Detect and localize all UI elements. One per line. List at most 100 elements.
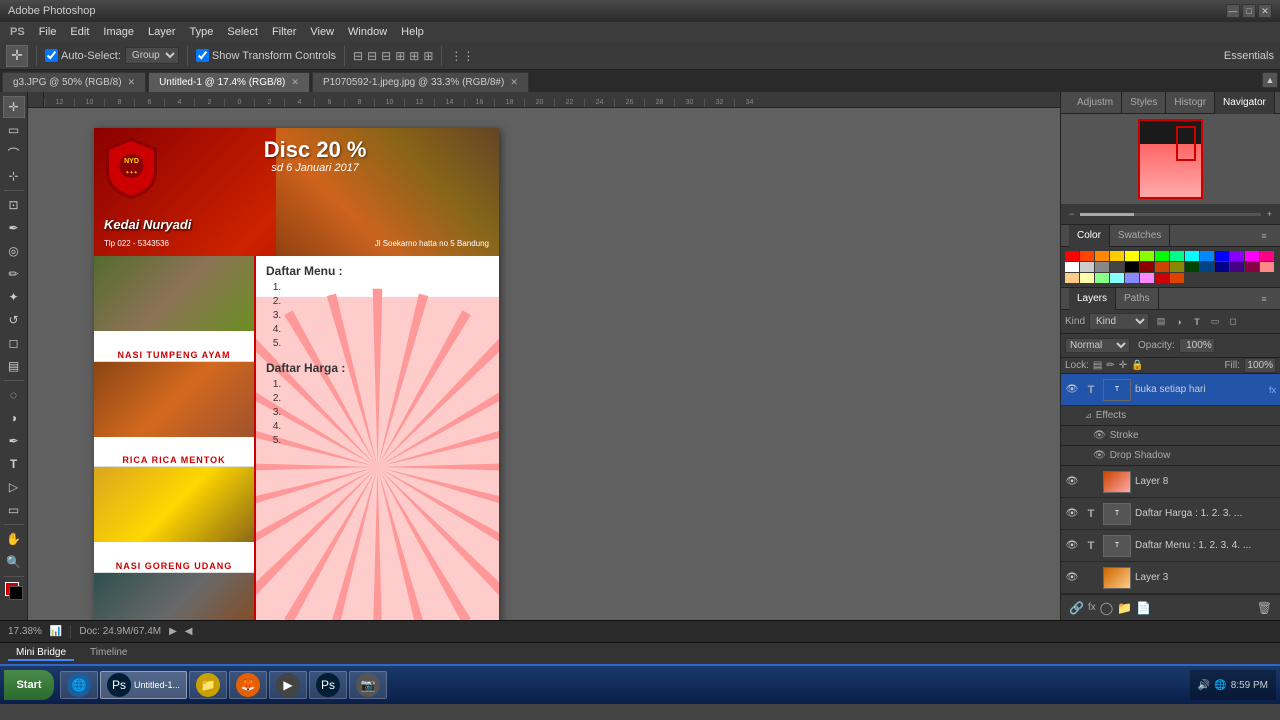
adjustments-tab[interactable]: Adjustm [1069,92,1122,114]
tab-g3jpg-close[interactable]: ✕ [128,77,136,88]
layer-8-visibility[interactable]: 👁 [1065,475,1079,489]
history-tool[interactable]: ↺ [3,309,25,331]
zoom-in-icon[interactable]: + [1267,209,1272,219]
group-dropdown[interactable]: GroupLayer [125,47,179,64]
taskbar-ps2-btn[interactable]: Ps [309,671,347,699]
zoom-out-icon[interactable]: − [1069,209,1074,219]
auto-select-input[interactable] [45,49,58,62]
layer-3-visibility[interactable]: 👁 [1065,571,1079,585]
menu-layer[interactable]: Layer [142,25,182,39]
clone-tool[interactable]: ✦ [3,286,25,308]
layers-tab[interactable]: Layers [1069,288,1116,310]
move-tool-btn[interactable]: ✛ [6,45,28,67]
blend-mode-select[interactable]: Normal [1065,338,1130,353]
pen-tool[interactable]: ✒ [3,430,25,452]
lock-paint-icon[interactable]: ✏ [1106,360,1114,371]
kind-select[interactable]: Kind [1089,313,1149,330]
path-tool[interactable]: ▷ [3,476,25,498]
add-style-icon[interactable]: fx [1088,602,1096,613]
align-left-icon[interactable]: ⊟ [353,49,363,63]
layer-buka-drop-shadow[interactable]: 👁 Drop Shadow [1061,446,1280,466]
swatch-8800ff[interactable] [1230,251,1244,261]
swatch-88ffff[interactable] [1110,273,1124,283]
swatch-ffffff[interactable] [1065,262,1079,272]
swatch-004400[interactable] [1185,262,1199,272]
shape-tool[interactable]: ▭ [3,499,25,521]
zoom-slider[interactable] [1080,213,1260,216]
swatch-ff0088[interactable] [1260,251,1274,261]
swatch-ff88ff[interactable] [1140,273,1154,283]
swatch-8B0000[interactable] [1140,262,1154,272]
swatch-ff00ff[interactable] [1245,251,1259,261]
swatch-000088[interactable] [1215,262,1229,272]
taskbar-app2-btn[interactable]: ▶ [269,671,307,699]
swatch-0000ff[interactable] [1215,251,1229,261]
distribute-icon[interactable]: ⋮⋮ [450,49,474,63]
blur-tool[interactable]: ◌ [3,384,25,406]
lock-transparent-icon[interactable]: ▤ [1093,360,1102,371]
delete-layer-icon[interactable]: 🗑 [1257,601,1272,615]
link-layers-icon[interactable]: 🔗 [1069,601,1084,615]
layer-buka[interactable]: 👁 T T buka setiap hari fx [1061,374,1280,406]
swatch-444444[interactable] [1110,262,1124,272]
zoom-tool[interactable]: 🔍 [3,551,25,573]
taskbar-ie-btn[interactable]: 🌐 [60,671,98,699]
swatch-ff8800[interactable] [1095,251,1109,261]
align-right-icon[interactable]: ⊟ [381,49,391,63]
swatch-00ff88[interactable] [1170,251,1184,261]
status-arrow-back[interactable]: ◀ [185,626,193,637]
paths-tab[interactable]: Paths [1116,288,1159,310]
adjustment-layer-icon[interactable]: ◑ [1171,314,1187,330]
dropshadow-visibility-icon[interactable]: 👁 [1093,450,1106,461]
smart-object-icon[interactable]: ◻ [1225,314,1241,330]
menu-ps[interactable]: PS [4,25,31,39]
align-middle-icon[interactable]: ⊞ [409,49,419,63]
close-btn[interactable]: ✕ [1258,4,1272,18]
swatch-0088ff[interactable] [1200,251,1214,261]
menu-help[interactable]: Help [395,25,430,39]
dodge-tool[interactable]: ◑ [3,407,25,429]
swatch-8888ff[interactable] [1125,273,1139,283]
timeline-tab[interactable]: Timeline [82,646,135,661]
swatch-440088[interactable] [1230,262,1244,272]
swatch-00ffff[interactable] [1185,251,1199,261]
swatch-880044[interactable] [1245,262,1259,272]
layer-8[interactable]: 👁 Layer 8 [1061,466,1280,498]
layers-panel-menu-icon[interactable]: ≡ [1256,291,1272,307]
histogram-tab[interactable]: Histogr [1166,92,1215,114]
menu-type[interactable]: Type [184,25,220,39]
menu-file[interactable]: File [33,25,63,39]
gradient-tool[interactable]: ▤ [3,355,25,377]
swatch-ff8888[interactable] [1260,262,1274,272]
layer-buka-stroke[interactable]: 👁 Stroke [1061,426,1280,446]
new-layer-icon[interactable]: 📄 [1136,601,1151,615]
move-tool[interactable]: ✛ [3,96,25,118]
add-mask-icon[interactable]: ◯ [1100,601,1113,615]
status-arrow-btn[interactable]: ▶ [169,626,177,637]
window-controls[interactable]: — □ ✕ [1226,4,1272,18]
crop-tool[interactable]: ⊡ [3,194,25,216]
stroke-visibility-icon[interactable]: 👁 [1093,430,1106,441]
menu-filter[interactable]: Filter [266,25,302,39]
swatch-ff0000[interactable] [1065,251,1079,261]
eraser-tool[interactable]: ◻ [3,332,25,354]
swatch-ff4400[interactable] [1080,251,1094,261]
swatches-tab[interactable]: Swatches [1110,225,1170,247]
marquee-tool[interactable]: ▭ [3,119,25,141]
tab-untitled-close[interactable]: ✕ [291,77,299,88]
tab-untitled[interactable]: Untitled-1 @ 17.4% (RGB/8) ✕ [148,72,310,92]
align-center-icon[interactable]: ⊟ [367,49,377,63]
opacity-input[interactable] [1179,338,1215,353]
show-transform-input[interactable] [196,49,209,62]
show-transform-checkbox[interactable]: Show Transform Controls [196,49,336,62]
status-zoom-btn[interactable]: 📊 [50,626,62,637]
menu-window[interactable]: Window [342,25,393,39]
tab-p107[interactable]: P1070592-1.jpeg.jpg @ 33.3% (RGB/8#) ✕ [312,72,529,92]
layer-daftar-menu[interactable]: 👁 T T Daftar Menu : 1. 2. 3. 4. ... [1061,530,1280,562]
hand-tool[interactable]: ✋ [3,528,25,550]
panel-collapse-btn[interactable]: ▲ [1262,72,1278,88]
taskbar-app3-btn[interactable]: 📷 [349,671,387,699]
layer-buka-visibility[interactable]: 👁 [1065,383,1079,397]
swatch-ffffaa[interactable] [1080,273,1094,283]
swatch-cc0000[interactable] [1155,273,1169,283]
